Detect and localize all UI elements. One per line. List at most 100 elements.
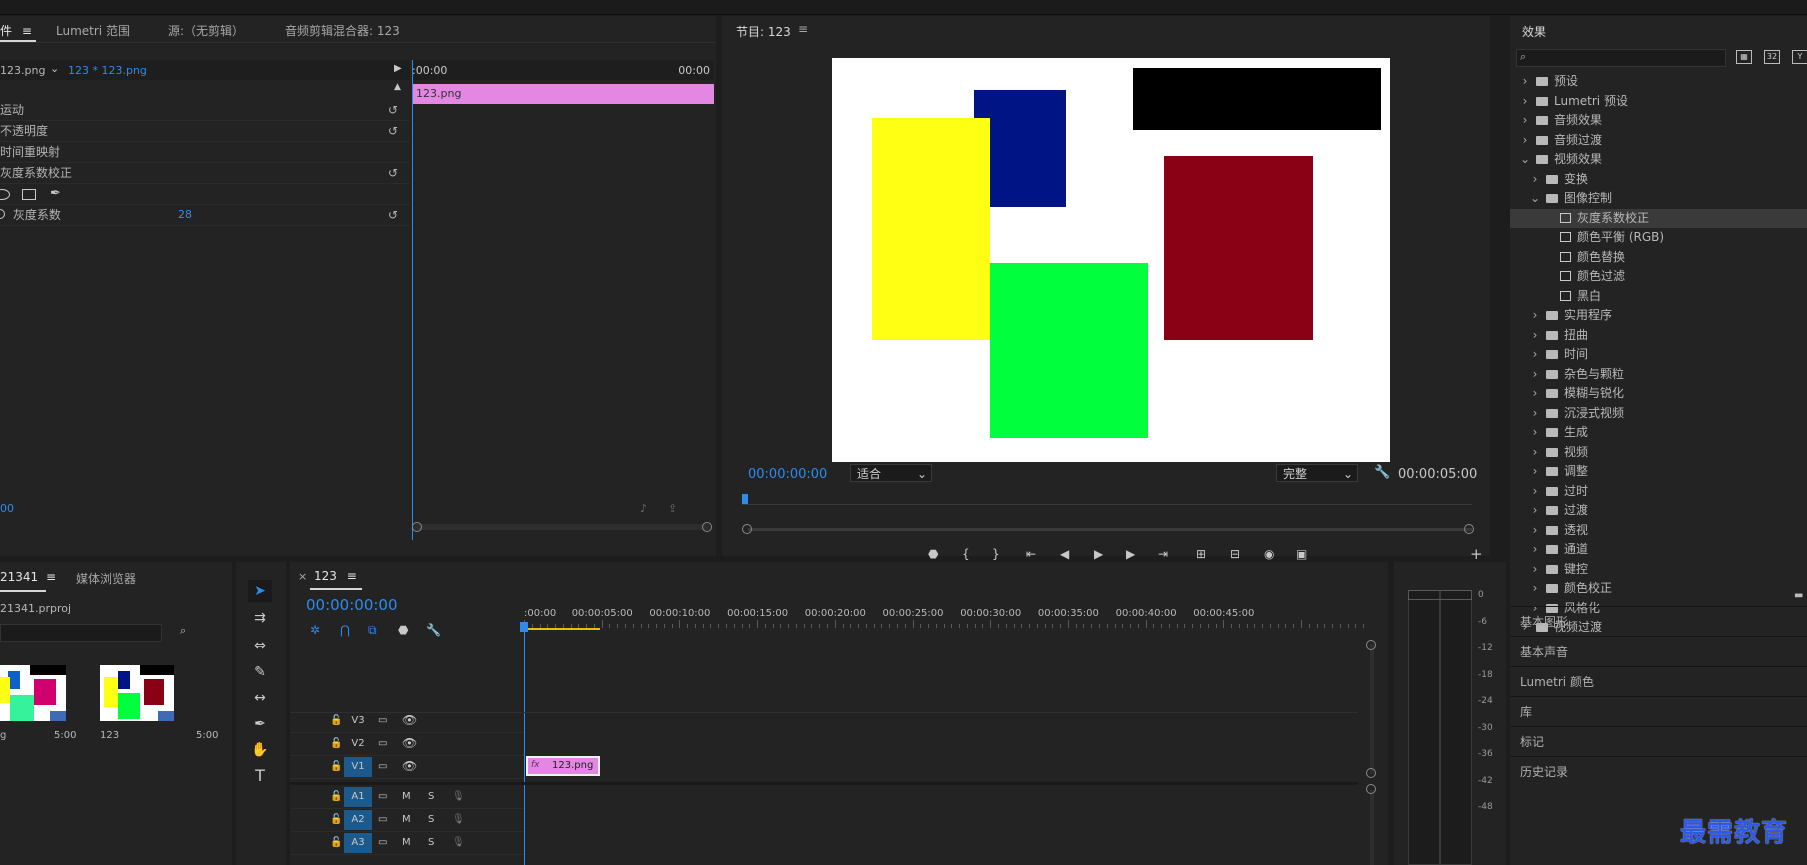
gamma-value[interactable]: 28 — [178, 205, 192, 225]
export-frame-icon[interactable]: ◉ — [1264, 548, 1274, 560]
effects-tree-item[interactable]: › 通道 — [1510, 540, 1807, 559]
reset-icon[interactable]: ↺ — [388, 163, 398, 183]
chevron-right-icon[interactable]: › — [1518, 111, 1532, 130]
program-title[interactable]: 节目: 123 — [736, 23, 791, 40]
tab-menu-icon[interactable]: ≡ — [46, 570, 56, 584]
go-to-in-icon[interactable]: ⇤ — [1026, 548, 1036, 560]
mark-out-icon[interactable]: } — [992, 548, 1000, 560]
chevron-down-icon[interactable]: ⌄ — [50, 62, 59, 75]
solo-button[interactable]: S — [428, 814, 434, 826]
solo-button[interactable]: S — [428, 837, 434, 849]
timeline-ruler[interactable]: :00:00 00:00:05:00 00:00:10:00 00:00:15:00 0… — [524, 602, 1365, 630]
ripple-edit-tool-icon[interactable]: ⇔ — [250, 639, 270, 653]
effects-tree-item[interactable]: ⌄ 视频效果 — [1510, 150, 1807, 169]
chevron-right-icon[interactable]: › — [1528, 501, 1542, 520]
scroll-handle-top[interactable] — [1366, 640, 1376, 650]
effects-tree-item[interactable]: 颜色平衡 (RGB) — [1510, 228, 1807, 247]
scroll-handle-bottom[interactable] — [1366, 768, 1376, 778]
timeline-clip[interactable]: fx 123.png — [526, 756, 600, 776]
row-motion[interactable]: 运动 ↺ — [0, 100, 410, 121]
effects-tree-item[interactable]: 颜色过滤 — [1510, 267, 1807, 286]
effects-tree-item[interactable]: › 音频过渡 — [1510, 131, 1807, 150]
video-vertical-scrollbar[interactable] — [1370, 644, 1374, 774]
new-bin-icon[interactable]: ▬ — [1794, 590, 1803, 601]
panel-markers[interactable]: 标记 — [1510, 726, 1807, 757]
tab-project[interactable]: 21341 ≡ — [0, 570, 56, 584]
panel-library[interactable]: 库 — [1510, 696, 1807, 727]
selection-tool-icon[interactable]: ➤ — [248, 580, 272, 602]
rectangle-mask-icon[interactable] — [22, 189, 36, 200]
effects-tree-item[interactable]: › 实用程序 — [1510, 306, 1807, 325]
chevron-right-icon[interactable]: › — [1528, 306, 1542, 325]
chevron-right-icon[interactable]: › — [1528, 326, 1542, 345]
sequence-clip-label[interactable]: 123 * 123.png — [68, 64, 147, 77]
step-forward-icon[interactable]: ▶ — [1126, 548, 1135, 560]
mute-button[interactable]: M — [402, 837, 411, 849]
effects-search[interactable]: ⌕ — [1516, 49, 1726, 67]
effects-tree-item[interactable]: › 过渡 — [1510, 501, 1807, 520]
program-ruler[interactable] — [742, 494, 1472, 505]
effects-tree-item[interactable]: › 键控 — [1510, 560, 1807, 579]
track-label[interactable]: V2 — [344, 734, 372, 754]
toggle-sync-icon[interactable]: ▭ — [378, 814, 387, 826]
scroll-handle-right[interactable] — [1464, 524, 1474, 534]
find-icon[interactable]: ⌕ — [180, 624, 186, 638]
chevron-right-icon[interactable]: › — [1518, 92, 1532, 111]
reset-icon[interactable]: ↺ — [388, 121, 398, 141]
eye-icon[interactable]: 👁 — [402, 760, 417, 772]
effects-tree-item[interactable]: 黑白 — [1510, 287, 1807, 306]
tab-source[interactable]: 源:（无剪辑） — [168, 22, 244, 39]
chevron-right-icon[interactable]: › — [1528, 521, 1542, 540]
quality-dropdown[interactable]: 完整 ⌄ — [1276, 464, 1358, 482]
work-area-bar[interactable] — [524, 628, 600, 630]
track-label[interactable]: V3 — [344, 711, 372, 731]
panel-menu-icon[interactable]: ≡ — [798, 22, 808, 36]
chevron-right-icon[interactable]: › — [1518, 131, 1532, 150]
toggle-sync-icon[interactable]: ▭ — [378, 715, 387, 727]
clip-bar[interactable]: 123.png — [412, 84, 714, 104]
audio-icon[interactable]: ♪ — [640, 502, 647, 515]
program-timecode[interactable]: 00:00:00:00 — [748, 467, 827, 482]
effects-tree-item[interactable]: › 模糊与锐化 — [1510, 384, 1807, 403]
track-label[interactable]: A1 — [344, 787, 372, 807]
row-time-remap[interactable]: 时间重映射 — [0, 142, 410, 163]
toggle-sync-icon[interactable]: ▭ — [378, 738, 387, 750]
chevron-right-icon[interactable]: › — [1528, 443, 1542, 462]
eye-icon[interactable]: 👁 — [402, 714, 417, 726]
timeline-timecode[interactable]: 00:00:00:00 — [306, 596, 398, 614]
panel-lumetri-color[interactable]: Lumetri 颜色 — [1510, 666, 1807, 697]
chevron-down-icon[interactable]: ⌄ — [1528, 189, 1542, 208]
effects-tree-item[interactable]: › 预设 — [1510, 72, 1807, 91]
slip-tool-icon[interactable]: ↔ — [250, 691, 270, 705]
32bit-effects-icon[interactable]: 32 — [1764, 50, 1780, 64]
chevron-right-icon[interactable]: › — [1528, 560, 1542, 579]
accelerated-effects-icon[interactable]: ▦ — [1736, 50, 1752, 64]
lock-icon[interactable]: 🔓 — [330, 761, 342, 773]
effects-tree-item[interactable]: ⌄ 图像控制 — [1510, 189, 1807, 208]
effects-tree-item[interactable]: › 扭曲 — [1510, 326, 1807, 345]
effects-tree-item[interactable]: › 颜色校正 — [1510, 579, 1807, 598]
scroll-handle-left[interactable] — [412, 522, 422, 532]
row-opacity[interactable]: 不透明度 ↺ — [0, 121, 410, 142]
effects-tree-item[interactable]: › 变换 — [1510, 170, 1807, 189]
lock-icon[interactable]: 🔓 — [330, 837, 342, 849]
chevron-right-icon[interactable]: › — [1528, 170, 1542, 189]
mute-button[interactable]: M — [402, 814, 411, 826]
pen-tool-icon[interactable]: ✒ — [250, 717, 270, 731]
program-playhead[interactable] — [742, 494, 748, 504]
type-tool-icon[interactable]: T — [250, 768, 270, 784]
panel-history[interactable]: 历史记录 — [1510, 756, 1807, 787]
track-label[interactable]: A3 — [344, 833, 372, 853]
microphone-icon[interactable]: 🎙 — [452, 814, 465, 826]
tab-menu-icon[interactable]: ≡ — [22, 24, 32, 38]
program-scrollbar[interactable] — [748, 528, 1472, 531]
lock-icon[interactable]: 🔓 — [330, 715, 342, 727]
chevron-down-icon[interactable]: ⌄ — [1518, 150, 1532, 169]
video-frame[interactable] — [832, 58, 1390, 462]
scroll-handle-right[interactable] — [702, 522, 712, 532]
lift-icon[interactable]: ⊞ — [1196, 548, 1206, 560]
go-to-out-icon[interactable]: ⇥ — [1158, 548, 1168, 560]
close-icon[interactable]: × — [298, 570, 307, 583]
hand-tool-icon[interactable]: ✋ — [250, 743, 270, 757]
sequence-tab[interactable]: 123 ≡ — [314, 569, 357, 583]
